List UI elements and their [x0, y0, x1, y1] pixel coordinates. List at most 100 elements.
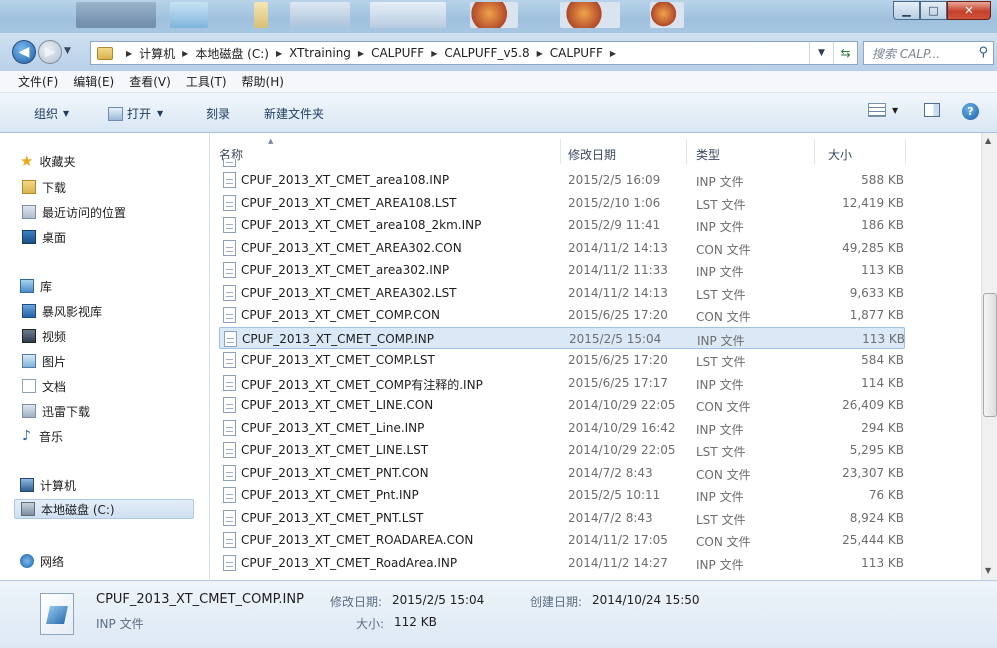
details-created-label: 创建日期: [530, 595, 583, 609]
file-date: 2015/6/25 17:20 [568, 308, 668, 322]
breadcrumb-calpuff-v58[interactable]: CALPUFF_v5.8 [444, 46, 529, 60]
nav-downloads[interactable]: 下载 [22, 177, 66, 197]
new-folder-button[interactable]: 新建文件夹 [264, 105, 324, 122]
nav-computer[interactable]: 计算机 [20, 475, 76, 495]
nav-recent[interactable]: 最近访问的位置 [22, 202, 126, 222]
file-size: 113 KB [861, 263, 904, 277]
taskbar-thumbnail [650, 2, 684, 28]
table-row[interactable]: CPUF_2013_XT_CMET_LINE.LST 2014/10/29 22:… [219, 439, 905, 461]
chevron-right-icon[interactable]: ▶ [537, 49, 543, 58]
burn-label: 刻录 [206, 107, 231, 121]
organize-button[interactable]: 组织 ▼ [34, 105, 69, 122]
details-created-value: 2014/10/24 15:50 [592, 593, 700, 607]
breadcrumb-calpuff-current[interactable]: CALPUFF [550, 46, 603, 60]
preview-pane-button[interactable] [924, 103, 940, 117]
table-row[interactable]: CPUF_2013_XT_CMET_COMP.CON 2015/6/25 17:2… [219, 304, 905, 326]
nav-local-disk[interactable]: 本地磁盘 (C:) [14, 499, 194, 519]
breadcrumb-local-disk[interactable]: 本地磁盘 (C:) [195, 45, 269, 62]
organize-label: 组织 [34, 107, 59, 121]
address-actions: ▼ ⇆ [809, 42, 857, 64]
column-divider[interactable] [905, 139, 906, 164]
nav-pictures[interactable]: 图片 [22, 351, 66, 371]
breadcrumb-computer[interactable]: 计算机 [139, 45, 175, 62]
star-icon: ★ [20, 152, 34, 170]
chevron-right-icon[interactable]: ▶ [276, 49, 282, 58]
table-row[interactable]: CPUF_2013_XT_CMET_AREA108.LST 2015/2/10 1… [219, 192, 905, 214]
menu-tools[interactable]: 工具(T) [186, 73, 227, 90]
file-size: 76 KB [868, 488, 904, 502]
scroll-up-arrow[interactable]: ▲ [985, 136, 991, 145]
nav-label: 桌面 [42, 230, 67, 245]
burn-button[interactable]: 刻录 [206, 105, 230, 122]
chevron-right-icon[interactable]: ▶ [182, 49, 188, 58]
file-type: LST 文件 [696, 355, 746, 369]
table-row[interactable]: CPUF_2013_XT_CMET_PNT.LST 2014/7/2 8:43 LS… [219, 507, 905, 529]
chevron-right-icon[interactable]: ▶ [358, 49, 364, 58]
table-row[interactable]: CPUF_2013_XT_CMET_AREA302.LST 2014/11/2 1… [219, 282, 905, 304]
nav-favorites[interactable]: ★ 收藏夹 [20, 151, 75, 171]
search-input[interactable]: 搜索 CALP... ⚲ [863, 41, 994, 65]
nav-desktop[interactable]: 桌面 [22, 227, 66, 247]
file-type: CON 文件 [696, 242, 751, 257]
file-icon [223, 419, 236, 436]
address-dropdown-icon[interactable]: ▼ [809, 42, 833, 64]
minimize-button[interactable]: ▁ [893, 1, 920, 20]
file-thumbnail-icon [40, 593, 74, 635]
back-button[interactable]: ◀ [12, 40, 36, 64]
view-icon [868, 103, 886, 117]
view-options-button[interactable]: ▼ [868, 103, 898, 117]
address-bar[interactable]: ▶ 计算机 ▶ 本地磁盘 (C:) ▶ XTtraining ▶ CALPUFF… [90, 41, 858, 65]
file-name: CPUF_2013_XT_CMET_area108.INP [241, 173, 450, 187]
taskbar-thumbnail [290, 2, 350, 28]
scroll-down-arrow[interactable]: ▼ [985, 566, 991, 575]
chevron-right-icon[interactable]: ▶ [431, 49, 437, 58]
nav-network[interactable]: 网络 [20, 551, 64, 571]
breadcrumb-xttraining[interactable]: XTtraining [289, 46, 351, 60]
search-icon[interactable]: ⚲ [978, 45, 988, 60]
file-type: CON 文件 [696, 535, 751, 549]
refresh-icon[interactable]: ⇆ [833, 42, 857, 64]
table-row[interactable]: CPUF_2013_XT_CMET_PNT.CON 2014/7/2 8:43 CO… [219, 462, 905, 484]
table-row[interactable]: CPUF_2013_XT_CMET_Pnt.INP 2015/2/5 10:11 I… [219, 484, 905, 506]
table-row-partial[interactable] [219, 159, 905, 169]
table-row[interactable]: CPUF_2013_XT_CMET_area302.INP 2014/11/2 1… [219, 259, 905, 281]
file-name: CPUF_2013_XT_CMET_PNT.CON [241, 465, 429, 480]
table-row[interactable]: CPUF_2013_XT_CMET_RoadArea.INP 2014/11/2 … [219, 552, 905, 574]
recent-pages-dropdown[interactable]: ▼ [64, 46, 71, 56]
vertical-scrollbar[interactable]: ▲ ▼ [981, 133, 997, 580]
forward-button[interactable]: ▶ [38, 40, 62, 64]
open-button[interactable]: 打开 ▼ [108, 105, 163, 122]
table-row[interactable]: CPUF_2013_XT_CMET_AREA302.CON 2014/11/2 1… [219, 237, 905, 259]
file-date: 2015/2/10 1:06 [568, 195, 661, 210]
nav-documents[interactable]: 文档 [22, 376, 66, 396]
table-row[interactable]: CPUF_2013_XT_CMET_area108.INP 2015/2/5 16… [219, 169, 905, 191]
chevron-right-icon[interactable]: ▶ [610, 49, 616, 58]
chevron-down-icon: ▼ [157, 109, 164, 118]
table-row[interactable]: CPUF_2013_XT_CMET_ROADAREA.CON 2014/11/2 … [219, 529, 905, 551]
table-row[interactable]: CPUF_2013_XT_CMET_COMP.INP 2015/2/5 15:04… [219, 326, 905, 349]
help-button[interactable]: ? [962, 103, 979, 120]
menu-help[interactable]: 帮助(H) [242, 73, 284, 90]
menu-edit[interactable]: 编辑(E) [73, 73, 114, 90]
file-icon [223, 194, 236, 211]
file-type: INP 文件 [696, 557, 744, 572]
table-row[interactable]: CPUF_2013_XT_CMET_Line.INP 2014/10/29 16:… [219, 417, 905, 439]
nav-storm[interactable]: 暴风影视库 [22, 301, 102, 321]
nav-music[interactable]: ♪ 音乐 [22, 426, 63, 446]
nav-label: 暴风影视库 [42, 304, 103, 319]
table-row[interactable]: CPUF_2013_XT_CMET_COMP有注释的.INP 2015/6/25 … [219, 372, 905, 394]
taskbar-thumbnail [470, 2, 518, 28]
nav-libraries[interactable]: 库 [20, 276, 52, 296]
file-size: 8,924 KB [849, 510, 904, 525]
close-button[interactable]: ✕ [947, 1, 991, 20]
table-row[interactable]: CPUF_2013_XT_CMET_LINE.CON 2014/10/29 22:… [219, 394, 905, 416]
nav-videos[interactable]: 视频 [22, 326, 66, 346]
scroll-thumb[interactable] [983, 293, 997, 417]
menu-file[interactable]: 文件(F) [18, 73, 58, 90]
menu-view[interactable]: 查看(V) [129, 73, 171, 90]
nav-xunlei[interactable]: 迅雷下载 [22, 401, 90, 421]
breadcrumb-calpuff[interactable]: CALPUFF [371, 46, 424, 60]
table-row[interactable]: CPUF_2013_XT_CMET_COMP.LST 2015/6/25 17:2… [219, 349, 905, 371]
maximize-button[interactable]: □ [920, 1, 947, 20]
table-row[interactable]: CPUF_2013_XT_CMET_area108_2km.INP 2015/2/… [219, 214, 905, 236]
